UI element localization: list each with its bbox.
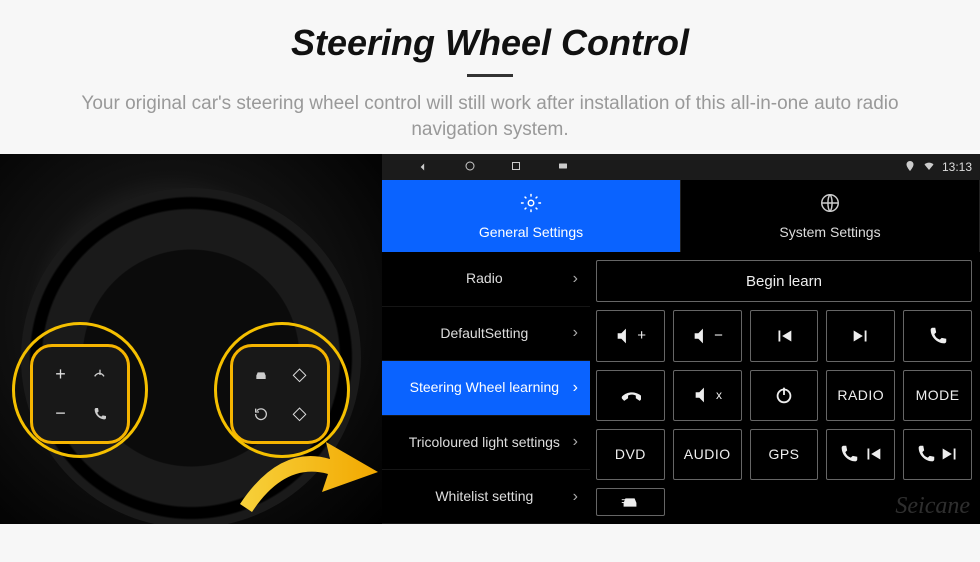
- gps-button[interactable]: GPS: [750, 429, 819, 480]
- location-icon: [904, 160, 916, 175]
- prev-track-button[interactable]: [750, 310, 819, 361]
- minus-icon: −: [43, 396, 78, 431]
- diamond-icon: ◇: [282, 396, 317, 431]
- next-track-button[interactable]: [826, 310, 895, 361]
- head-unit-screen: 13:13 General Settings System Settings R…: [382, 154, 980, 524]
- tab-label: System Settings: [779, 224, 880, 240]
- recent-icon[interactable]: [510, 160, 522, 174]
- arrow-icon: [230, 434, 380, 524]
- menu-label: Steering Wheel learning: [396, 380, 573, 395]
- menu-label: Whitelist setting: [396, 489, 573, 504]
- tab-general-settings[interactable]: General Settings: [382, 180, 681, 252]
- tab-system-settings[interactable]: System Settings: [681, 180, 980, 252]
- plus-icon: +: [43, 357, 78, 392]
- action-column: Begin learn + −: [590, 252, 980, 524]
- menu-item-tricoloured-light[interactable]: Tricoloured light settings ›: [382, 416, 590, 470]
- mute-button[interactable]: x: [673, 370, 742, 421]
- gear-icon: [520, 192, 542, 220]
- phone-pickup-button[interactable]: [903, 310, 972, 361]
- dvd-button[interactable]: DVD: [596, 429, 665, 480]
- phone-prev-button[interactable]: [826, 429, 895, 480]
- phone-hangup-button[interactable]: [596, 370, 665, 421]
- phone-icon: [82, 396, 117, 431]
- menu-item-radio[interactable]: Radio ›: [382, 252, 590, 306]
- menu-item-default-setting[interactable]: DefaultSetting ›: [382, 307, 590, 361]
- tab-label: General Settings: [479, 224, 583, 240]
- menu-item-whitelist[interactable]: Whitelist setting ›: [382, 470, 590, 524]
- chevron-right-icon: ›: [573, 270, 578, 288]
- page-title: Steering Wheel Control: [40, 22, 940, 64]
- wheel-button-cluster-right: ◇ ◇: [230, 344, 330, 444]
- menu-column: Radio › DefaultSetting › Steering Wheel …: [382, 252, 590, 524]
- back-icon[interactable]: [416, 160, 430, 174]
- wheel-button-cluster-left: + −: [30, 344, 130, 444]
- header: Steering Wheel Control Your original car…: [0, 0, 980, 154]
- chevron-right-icon: ›: [573, 433, 578, 451]
- wifi-icon: [922, 160, 936, 175]
- car-list-button[interactable]: [596, 488, 665, 516]
- volume-up-button[interactable]: +: [596, 310, 665, 361]
- volume-down-button[interactable]: −: [673, 310, 742, 361]
- menu-label: Radio: [396, 271, 573, 286]
- button-grid: + −: [596, 310, 972, 516]
- voice-icon: [82, 357, 117, 392]
- card-icon[interactable]: [556, 160, 570, 174]
- menu-label: DefaultSetting: [396, 326, 573, 341]
- chevron-right-icon: ›: [573, 324, 578, 342]
- status-bar: 13:13: [382, 154, 980, 180]
- body-area: Radio › DefaultSetting › Steering Wheel …: [382, 252, 980, 524]
- chevron-right-icon: ›: [573, 379, 578, 397]
- chevron-right-icon: ›: [573, 488, 578, 506]
- menu-label: Tricoloured light settings: [396, 435, 573, 450]
- description: Your original car's steering wheel contr…: [40, 91, 940, 142]
- mode-button[interactable]: MODE: [903, 370, 972, 421]
- phone-next-button[interactable]: [903, 429, 972, 480]
- content: + − ◇ ◇: [0, 154, 980, 524]
- tabs: General Settings System Settings: [382, 180, 980, 252]
- cycle-icon: [243, 396, 278, 431]
- power-button[interactable]: [750, 370, 819, 421]
- begin-learn-button[interactable]: Begin learn: [596, 260, 972, 302]
- globe-icon: [819, 192, 841, 220]
- menu-item-steering-wheel-learning[interactable]: Steering Wheel learning ›: [382, 361, 590, 415]
- title-divider: [467, 74, 513, 77]
- diamond-icon: ◇: [282, 357, 317, 392]
- home-icon[interactable]: [464, 160, 476, 174]
- audio-button[interactable]: AUDIO: [673, 429, 742, 480]
- steering-wheel-image: + − ◇ ◇: [0, 154, 382, 524]
- car-icon: [243, 357, 278, 392]
- clock: 13:13: [942, 160, 972, 174]
- radio-button[interactable]: RADIO: [826, 370, 895, 421]
